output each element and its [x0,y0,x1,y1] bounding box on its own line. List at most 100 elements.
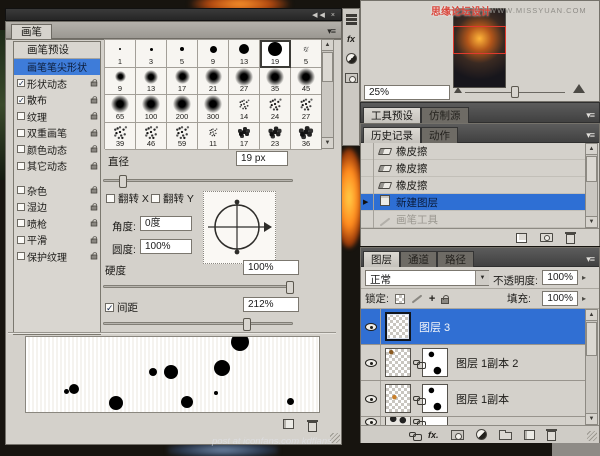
delete-state-icon[interactable] [565,231,576,244]
link-layers-icon[interactable] [409,432,422,441]
slider-thumb[interactable] [286,281,295,294]
navigator-zoom-slider[interactable] [465,86,565,98]
layer-row[interactable]: 图层 3 [361,309,587,345]
layer-row[interactable]: 图层 1副本 2 [361,345,587,381]
lock-all-icon[interactable] [441,294,450,304]
delete-brush-icon[interactable] [307,420,318,432]
panel-tab[interactable]: 通道 [400,251,437,268]
panel-menu-icon[interactable]: ▾≡ [586,254,595,264]
visibility-toggle[interactable] [361,345,381,380]
scroll-up-icon[interactable]: ▲ [586,144,597,155]
brush-preset-cell[interactable]: 14 [229,95,260,123]
brush-preset-cell[interactable]: 36 [291,122,322,150]
opacity-input[interactable]: 100% [542,270,578,285]
brush-preset-cell[interactable]: 5 [167,40,198,68]
panel-tab[interactable]: 历史记录 [363,127,421,144]
adjustment-dock-icon[interactable] [345,53,357,64]
layer-row[interactable]: 图层 1副本 [361,381,587,417]
brush-preset-cell[interactable]: 300 [198,95,229,123]
fill-input[interactable]: 100% [542,291,578,306]
brush-setting-item[interactable]: 其它动态 [14,158,100,175]
brush-grid-scrollbar[interactable]: ▲ ▼ [321,39,334,149]
slider-thumb[interactable] [511,86,519,98]
setting-checkbox[interactable] [17,252,25,261]
brush-preset-cell[interactable]: 5 [291,40,322,68]
adjustment-layer-icon[interactable] [475,429,487,440]
layer-row[interactable] [361,417,587,425]
history-source-well[interactable] [361,210,374,228]
setting-checkbox[interactable] [17,219,25,228]
panel-tab[interactable]: 路径 [437,251,474,268]
roundness-input[interactable]: 100% [140,239,192,254]
brush-setting-item[interactable]: 双重画笔 [14,125,100,142]
scroll-up-icon[interactable]: ▲ [586,310,597,321]
add-layer-mask-icon[interactable] [450,429,464,440]
brush-preset-cell[interactable]: 13 [136,67,167,95]
navigator-view-box[interactable] [453,26,506,54]
history-state-row[interactable]: 橡皮擦 [361,143,587,160]
resize-grip[interactable] [587,431,597,441]
setting-checkbox[interactable] [17,128,25,137]
scroll-up-icon[interactable]: ▲ [322,40,333,51]
history-source-well[interactable] [361,176,374,194]
visibility-toggle[interactable] [361,309,381,344]
brush-setting-item[interactable]: 保护纹理 [14,248,100,265]
lock-position-icon[interactable]: + [429,293,435,305]
setting-checkbox[interactable] [17,161,25,170]
slider-thumb[interactable] [119,175,128,188]
panel-tab[interactable]: 图层 [363,251,400,268]
brush-angle-roundness-control[interactable] [203,191,276,264]
collapse-button[interactable]: ◀◀ [312,12,327,19]
setting-checkbox[interactable]: ✓ [17,95,25,104]
angle-input[interactable]: 0度 [140,216,192,231]
new-snapshot-icon[interactable] [540,233,553,242]
scroll-down-icon[interactable]: ▼ [322,137,333,148]
brush-setting-item[interactable]: 杂色 [14,182,100,199]
brush-preset-cell[interactable]: 27 [229,67,260,95]
scrollbar-thumb[interactable] [322,52,333,82]
spinner-icon[interactable]: ▸ [582,273,586,282]
blend-mode-select[interactable]: 正常 ▼ [365,270,489,286]
brush-preset-cell[interactable]: 11 [198,122,229,150]
tab-brush[interactable]: 画笔 [11,24,52,40]
diameter-input[interactable]: 19 px [236,151,288,166]
dropdown-arrow-icon[interactable]: ▼ [475,271,489,285]
brush-preset-cell[interactable]: 59 [167,122,198,150]
layer-style-dock-icon[interactable]: fx [347,34,355,44]
brush-preset-cell[interactable]: 9 [198,40,229,68]
delete-layer-icon[interactable] [545,428,557,441]
panel-menu-icon[interactable]: ▾≡ [586,110,595,120]
spacing-input[interactable]: 212% [243,297,299,312]
new-layer-icon[interactable] [523,429,535,440]
layer-thumbnail[interactable] [385,312,411,341]
brush-preset-cell[interactable]: 100 [136,95,167,123]
zoom-out-icon[interactable] [454,87,462,93]
close-button[interactable]: × [331,12,337,19]
spacing-slider[interactable] [103,318,293,331]
brush-preset-cell[interactable]: 17 [229,122,260,150]
zoom-in-icon[interactable] [573,84,585,93]
new-group-icon[interactable] [498,430,512,440]
mask-dock-icon[interactable] [344,73,358,83]
brush-preset-cell[interactable]: 9 [105,67,136,95]
brush-preset-cell[interactable]: 17 [167,67,198,95]
brush-setting-item[interactable]: 颜色动态 [14,141,100,158]
brush-preset-cell[interactable]: 21 [198,67,229,95]
brush-setting-item[interactable]: 喷枪 [14,215,100,232]
scrollbar-thumb[interactable] [586,322,597,356]
flip-y-checkbox[interactable] [151,194,160,203]
new-document-from-state-icon[interactable] [516,232,527,243]
history-source-well[interactable] [361,159,374,177]
brush-preset-cell[interactable]: 19 [260,40,291,68]
spinner-icon[interactable]: ▸ [582,294,586,303]
history-state-row[interactable]: ▶ 新建图层 [361,193,587,211]
brush-preset-cell[interactable]: 65 [105,95,136,123]
brush-window-titlebar[interactable]: ◀◀ × [5,8,342,21]
layer-style-icon[interactable]: fx. [428,430,439,440]
diameter-slider[interactable] [103,175,293,188]
brush-setting-item[interactable]: 纹理 [14,108,100,125]
brush-preset-cell[interactable]: 23 [260,122,291,150]
brush-setting-item[interactable]: ✓ 散布 [14,92,100,109]
brush-setting-item[interactable]: 平滑 [14,232,100,249]
brush-preset-cell[interactable]: 3 [136,40,167,68]
